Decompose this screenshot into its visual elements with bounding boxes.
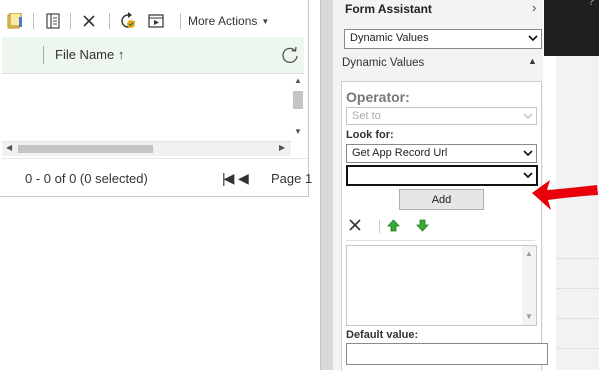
delete-x-icon[interactable]	[78, 7, 100, 35]
caret-down-icon: ▼	[261, 16, 270, 26]
refresh-icon[interactable]	[280, 45, 300, 65]
look-for-label: Look for:	[346, 129, 394, 141]
toolbar-divider	[33, 13, 34, 29]
toolbar-divider	[109, 13, 110, 29]
grid-vertical-scrollbar[interactable]: ▲ ▼	[291, 74, 305, 141]
scroll-up-arrow-icon[interactable]: ▲	[525, 249, 533, 258]
assistant-mode-select[interactable]: Dynamic Values	[344, 29, 542, 49]
chevron-down-icon	[528, 35, 538, 42]
scroll-up-arrow-icon[interactable]: ▲	[294, 76, 302, 85]
panel-splitter[interactable]	[320, 0, 333, 370]
default-value-input[interactable]	[346, 343, 548, 365]
more-actions-menu[interactable]: More Actions ▼	[188, 7, 269, 35]
scroll-thumb[interactable]	[293, 91, 303, 109]
chevron-down-icon	[523, 150, 533, 157]
operator-label: Operator:	[346, 89, 410, 105]
dynamic-values-listbox[interactable]: ▲ ▼	[346, 245, 537, 326]
background-dark-area: ?	[544, 0, 599, 56]
chevron-right-icon[interactable]: ›	[532, 0, 536, 15]
scroll-down-arrow-icon[interactable]: ▼	[294, 127, 302, 136]
previous-page-icon[interactable]: ◀	[238, 170, 249, 187]
new-file-icon[interactable]	[4, 7, 26, 35]
column-divider	[43, 46, 44, 64]
scroll-thumb[interactable]	[18, 145, 153, 153]
grid-footer: 0 - 0 of 0 (0 selected) |◀ ◀ Page 1	[2, 158, 312, 197]
move-up-arrow-icon[interactable]	[387, 219, 400, 232]
scroll-down-arrow-icon[interactable]: ▼	[525, 312, 533, 321]
scroll-right-arrow-icon[interactable]: ▶	[279, 143, 285, 152]
record-count: 0 - 0 of 0 (0 selected)	[25, 171, 148, 186]
annotation-red-arrow	[532, 180, 598, 210]
remove-x-icon[interactable]	[348, 218, 362, 232]
page-indicator: Page 1	[271, 171, 313, 186]
form-assistant-title: Form Assistant	[345, 2, 432, 16]
assistant-mode-value: Dynamic Values	[350, 32, 429, 44]
separator-line	[346, 240, 535, 241]
scroll-left-arrow-icon[interactable]: ◀	[6, 143, 12, 152]
more-actions-label: More Actions	[188, 14, 258, 28]
grid-horizontal-scrollbar[interactable]: ◀ ▶	[2, 141, 291, 156]
field-select[interactable]	[346, 165, 538, 186]
toolbar-divider	[180, 13, 181, 29]
add-button[interactable]: Add	[399, 189, 484, 210]
chevron-down-icon	[523, 113, 533, 119]
document-icon[interactable]	[42, 7, 64, 35]
first-page-icon[interactable]: |◀	[222, 170, 234, 187]
section-label-dynamic-values: Dynamic Values	[342, 57, 425, 69]
grid-header-row: File Name ↑	[2, 37, 304, 74]
operator-select[interactable]: Set to	[346, 107, 537, 125]
toolbar-divider	[70, 13, 71, 29]
column-header-file-name[interactable]: File Name ↑	[55, 47, 124, 62]
grid-toolbar: More Actions ▼	[0, 7, 308, 35]
action-divider	[379, 220, 380, 233]
play-media-icon[interactable]	[145, 7, 167, 35]
operator-value: Set to	[352, 110, 381, 122]
move-down-arrow-icon[interactable]	[416, 219, 429, 232]
collapse-caret-icon[interactable]: ▲	[528, 56, 537, 66]
run-icon[interactable]	[117, 7, 139, 35]
look-for-value: Get App Record Url	[352, 147, 448, 159]
look-for-select[interactable]: Get App Record Url	[346, 144, 537, 163]
default-value-label: Default value:	[346, 329, 419, 341]
listbox-scrollbar[interactable]: ▲ ▼	[522, 246, 536, 325]
